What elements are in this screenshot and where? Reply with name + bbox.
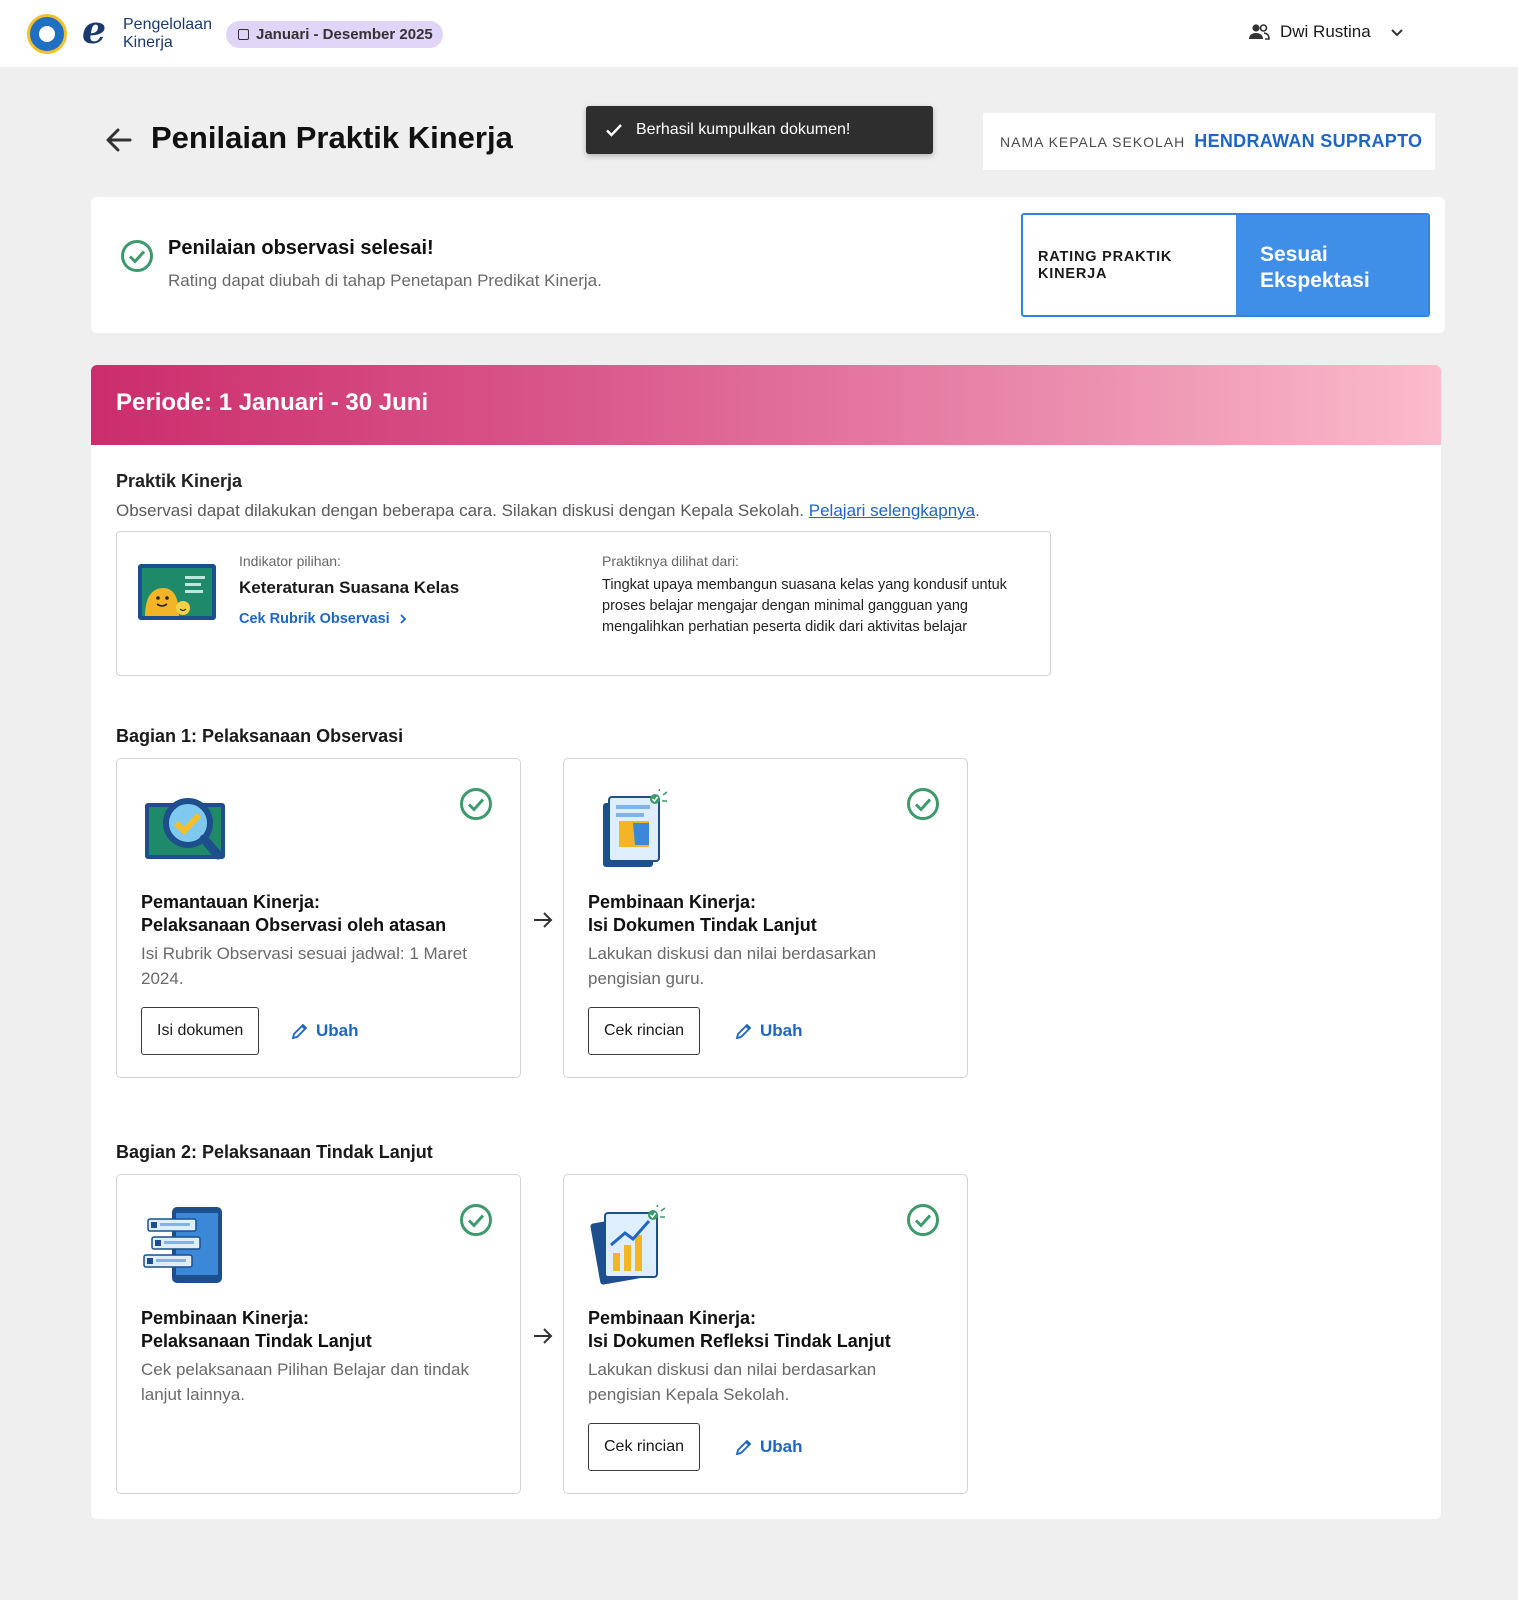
ministry-emblem-logo bbox=[27, 14, 67, 54]
status-subtitle: Rating dapat diubah di tahap Penetapan P… bbox=[168, 271, 602, 290]
pencil-icon bbox=[735, 1439, 752, 1456]
principal-info: NAMA KEPALA SEKOLAH HENDRAWAN SUPRAPTO bbox=[983, 113, 1435, 170]
pencil-icon bbox=[291, 1023, 308, 1040]
view-details-button[interactable]: Cek rincian bbox=[588, 1007, 701, 1055]
calendar-icon bbox=[238, 29, 249, 40]
principal-name: HENDRAWAN SUPRAPTO bbox=[1194, 131, 1423, 151]
arrow-left-icon[interactable] bbox=[103, 124, 135, 156]
card-pemantauan-kinerja: Pemantauan Kinerja: Pelaksanaan Observas… bbox=[116, 758, 521, 1078]
seen-from-value: Tingkat upaya membangun suasana kelas ya… bbox=[602, 577, 1007, 635]
observation-status-card: Penilaian observasi selesai! Rating dapa… bbox=[91, 197, 1445, 333]
card-title-line2: Pelaksanaan Tindak Lanjut bbox=[141, 1331, 372, 1351]
period-panel: Periode: 1 Januari - 30 Juni Praktik Kin… bbox=[91, 365, 1441, 1519]
check-circle-icon bbox=[460, 1204, 492, 1236]
card-dokumen-tindak-lanjut: Pembinaan Kinerja: Isi Dokumen Tindak La… bbox=[563, 758, 968, 1078]
card-title-line1: Pembinaan Kinerja: bbox=[588, 892, 757, 912]
card-refleksi-tindak-lanjut: Pembinaan Kinerja: Isi Dokumen Refleksi … bbox=[563, 1174, 968, 1494]
rating-box: RATING PRAKTIK KINERJA Sesuai Ekspektasi bbox=[1021, 213, 1430, 317]
section-1-title: Bagian 1: Pelaksanaan Observasi bbox=[116, 726, 404, 746]
seen-from-label: Praktiknya dilihat dari: bbox=[602, 553, 739, 569]
rating-value-line1: Sesuai bbox=[1260, 243, 1328, 266]
edit-button[interactable]: Ubah bbox=[291, 1021, 359, 1041]
top-bar: e Pengelolaan Kinerja Januari - Desember… bbox=[0, 0, 1518, 67]
rubric-link-label: Cek Rubrik Observasi bbox=[239, 611, 390, 627]
report-chart-illustration bbox=[590, 1205, 666, 1285]
card-title-line2: Isi Dokumen Tindak Lanjut bbox=[588, 915, 817, 935]
app-name[interactable]: Pengelolaan Kinerja bbox=[123, 16, 212, 52]
card-description: Lakukan diskusi dan nilai berdasarkan pe… bbox=[588, 944, 877, 988]
check-circle-icon bbox=[907, 1204, 939, 1236]
indicator-card: Indikator pilihan: Keteraturan Suasana K… bbox=[116, 531, 1051, 676]
arrow-right-icon bbox=[534, 1328, 553, 1344]
app-logo-e: e bbox=[82, 7, 107, 52]
chevron-down-icon bbox=[1390, 29, 1403, 37]
edit-label: Ubah bbox=[760, 1021, 803, 1040]
period-chip[interactable]: Januari - Desember 2025 bbox=[226, 21, 443, 48]
rating-label: RATING PRAKTIK KINERJA bbox=[1023, 215, 1236, 315]
user-name: Dwi Rustina bbox=[1280, 22, 1371, 41]
app-name-line1: Pengelolaan bbox=[123, 16, 212, 33]
card-title-line1: Pembinaan Kinerja: bbox=[588, 1308, 757, 1328]
toast-message: Berhasil kumpulkan dokumen! bbox=[636, 121, 851, 138]
chevron-right-icon bbox=[400, 614, 406, 624]
section-2-title: Bagian 2: Pelaksanaan Tindak Lanjut bbox=[116, 1142, 433, 1162]
card-title-line1: Pemantauan Kinerja: bbox=[141, 892, 321, 912]
rubric-link[interactable]: Cek Rubrik Observasi bbox=[239, 611, 408, 627]
status-title: Penilaian observasi selesai! bbox=[168, 237, 434, 259]
praktik-subtitle: Observasi dapat dilakukan dengan beberap… bbox=[116, 501, 980, 520]
success-toast: Berhasil kumpulkan dokumen! bbox=[586, 106, 933, 154]
page-title: Penilaian Praktik Kinerja bbox=[151, 120, 513, 155]
edit-label: Ubah bbox=[316, 1021, 359, 1040]
edit-button[interactable]: Ubah bbox=[735, 1437, 803, 1457]
check-circle-icon bbox=[460, 788, 492, 820]
classroom-board-illustration bbox=[138, 564, 216, 620]
view-details-button[interactable]: Cek rincian bbox=[588, 1423, 701, 1471]
card-pelaksanaan-tindak-lanjut: Pembinaan Kinerja: Pelaksanaan Tindak La… bbox=[116, 1174, 521, 1494]
arrow-right-icon bbox=[534, 912, 553, 928]
period-title: Periode: 1 Januari - 30 Juni bbox=[116, 389, 429, 416]
app-name-line2: Kinerja bbox=[123, 34, 173, 51]
user-menu[interactable]: Dwi Rustina bbox=[1248, 18, 1405, 46]
check-circle-icon bbox=[121, 240, 153, 272]
document-illustration bbox=[603, 789, 668, 867]
card-description: Cek pelaksanaan Pilihan Belajar dan tind… bbox=[141, 1360, 469, 1404]
card-title-line1: Pembinaan Kinerja: bbox=[141, 1308, 310, 1328]
checklist-tablet-illustration bbox=[143, 1207, 222, 1283]
period-header: Periode: 1 Januari - 30 Juni bbox=[91, 365, 1441, 445]
fill-document-button[interactable]: Isi dokumen bbox=[141, 1007, 260, 1055]
rating-label-line1: RATING PRAKTIK bbox=[1038, 249, 1173, 265]
magnifier-check-illustration bbox=[145, 798, 225, 860]
rating-value-line2: Ekspektasi bbox=[1260, 269, 1370, 292]
card-title-line2: Isi Dokumen Refleksi Tindak Lanjut bbox=[588, 1331, 891, 1351]
edit-button[interactable]: Ubah bbox=[735, 1021, 803, 1041]
learn-more-link[interactable]: Pelajari selengkapnya bbox=[809, 501, 975, 520]
principal-label: NAMA KEPALA SEKOLAH bbox=[1000, 133, 1186, 150]
period-chip-label: Januari - Desember 2025 bbox=[256, 26, 433, 43]
check-circle-icon bbox=[907, 788, 939, 820]
praktik-title: Praktik Kinerja bbox=[116, 471, 243, 491]
card-title-line2: Pelaksanaan Observasi oleh atasan bbox=[141, 915, 447, 935]
rating-value: Sesuai Ekspektasi bbox=[1236, 215, 1428, 315]
users-icon bbox=[1249, 24, 1270, 40]
rating-label-line2: KINERJA bbox=[1038, 266, 1108, 282]
praktik-subtitle-text: Observasi dapat dilakukan dengan beberap… bbox=[116, 501, 805, 520]
pencil-icon bbox=[735, 1023, 752, 1040]
indicator-value: Keteraturan Suasana Kelas bbox=[239, 578, 460, 597]
card-description: Lakukan diskusi dan nilai berdasarkan pe… bbox=[588, 1360, 877, 1404]
edit-label: Ubah bbox=[760, 1437, 803, 1456]
indicator-label: Indikator pilihan: bbox=[239, 553, 341, 569]
check-icon bbox=[606, 124, 622, 137]
card-description: Isi Rubrik Observasi sesuai jadwal: 1 Ma… bbox=[141, 944, 467, 988]
